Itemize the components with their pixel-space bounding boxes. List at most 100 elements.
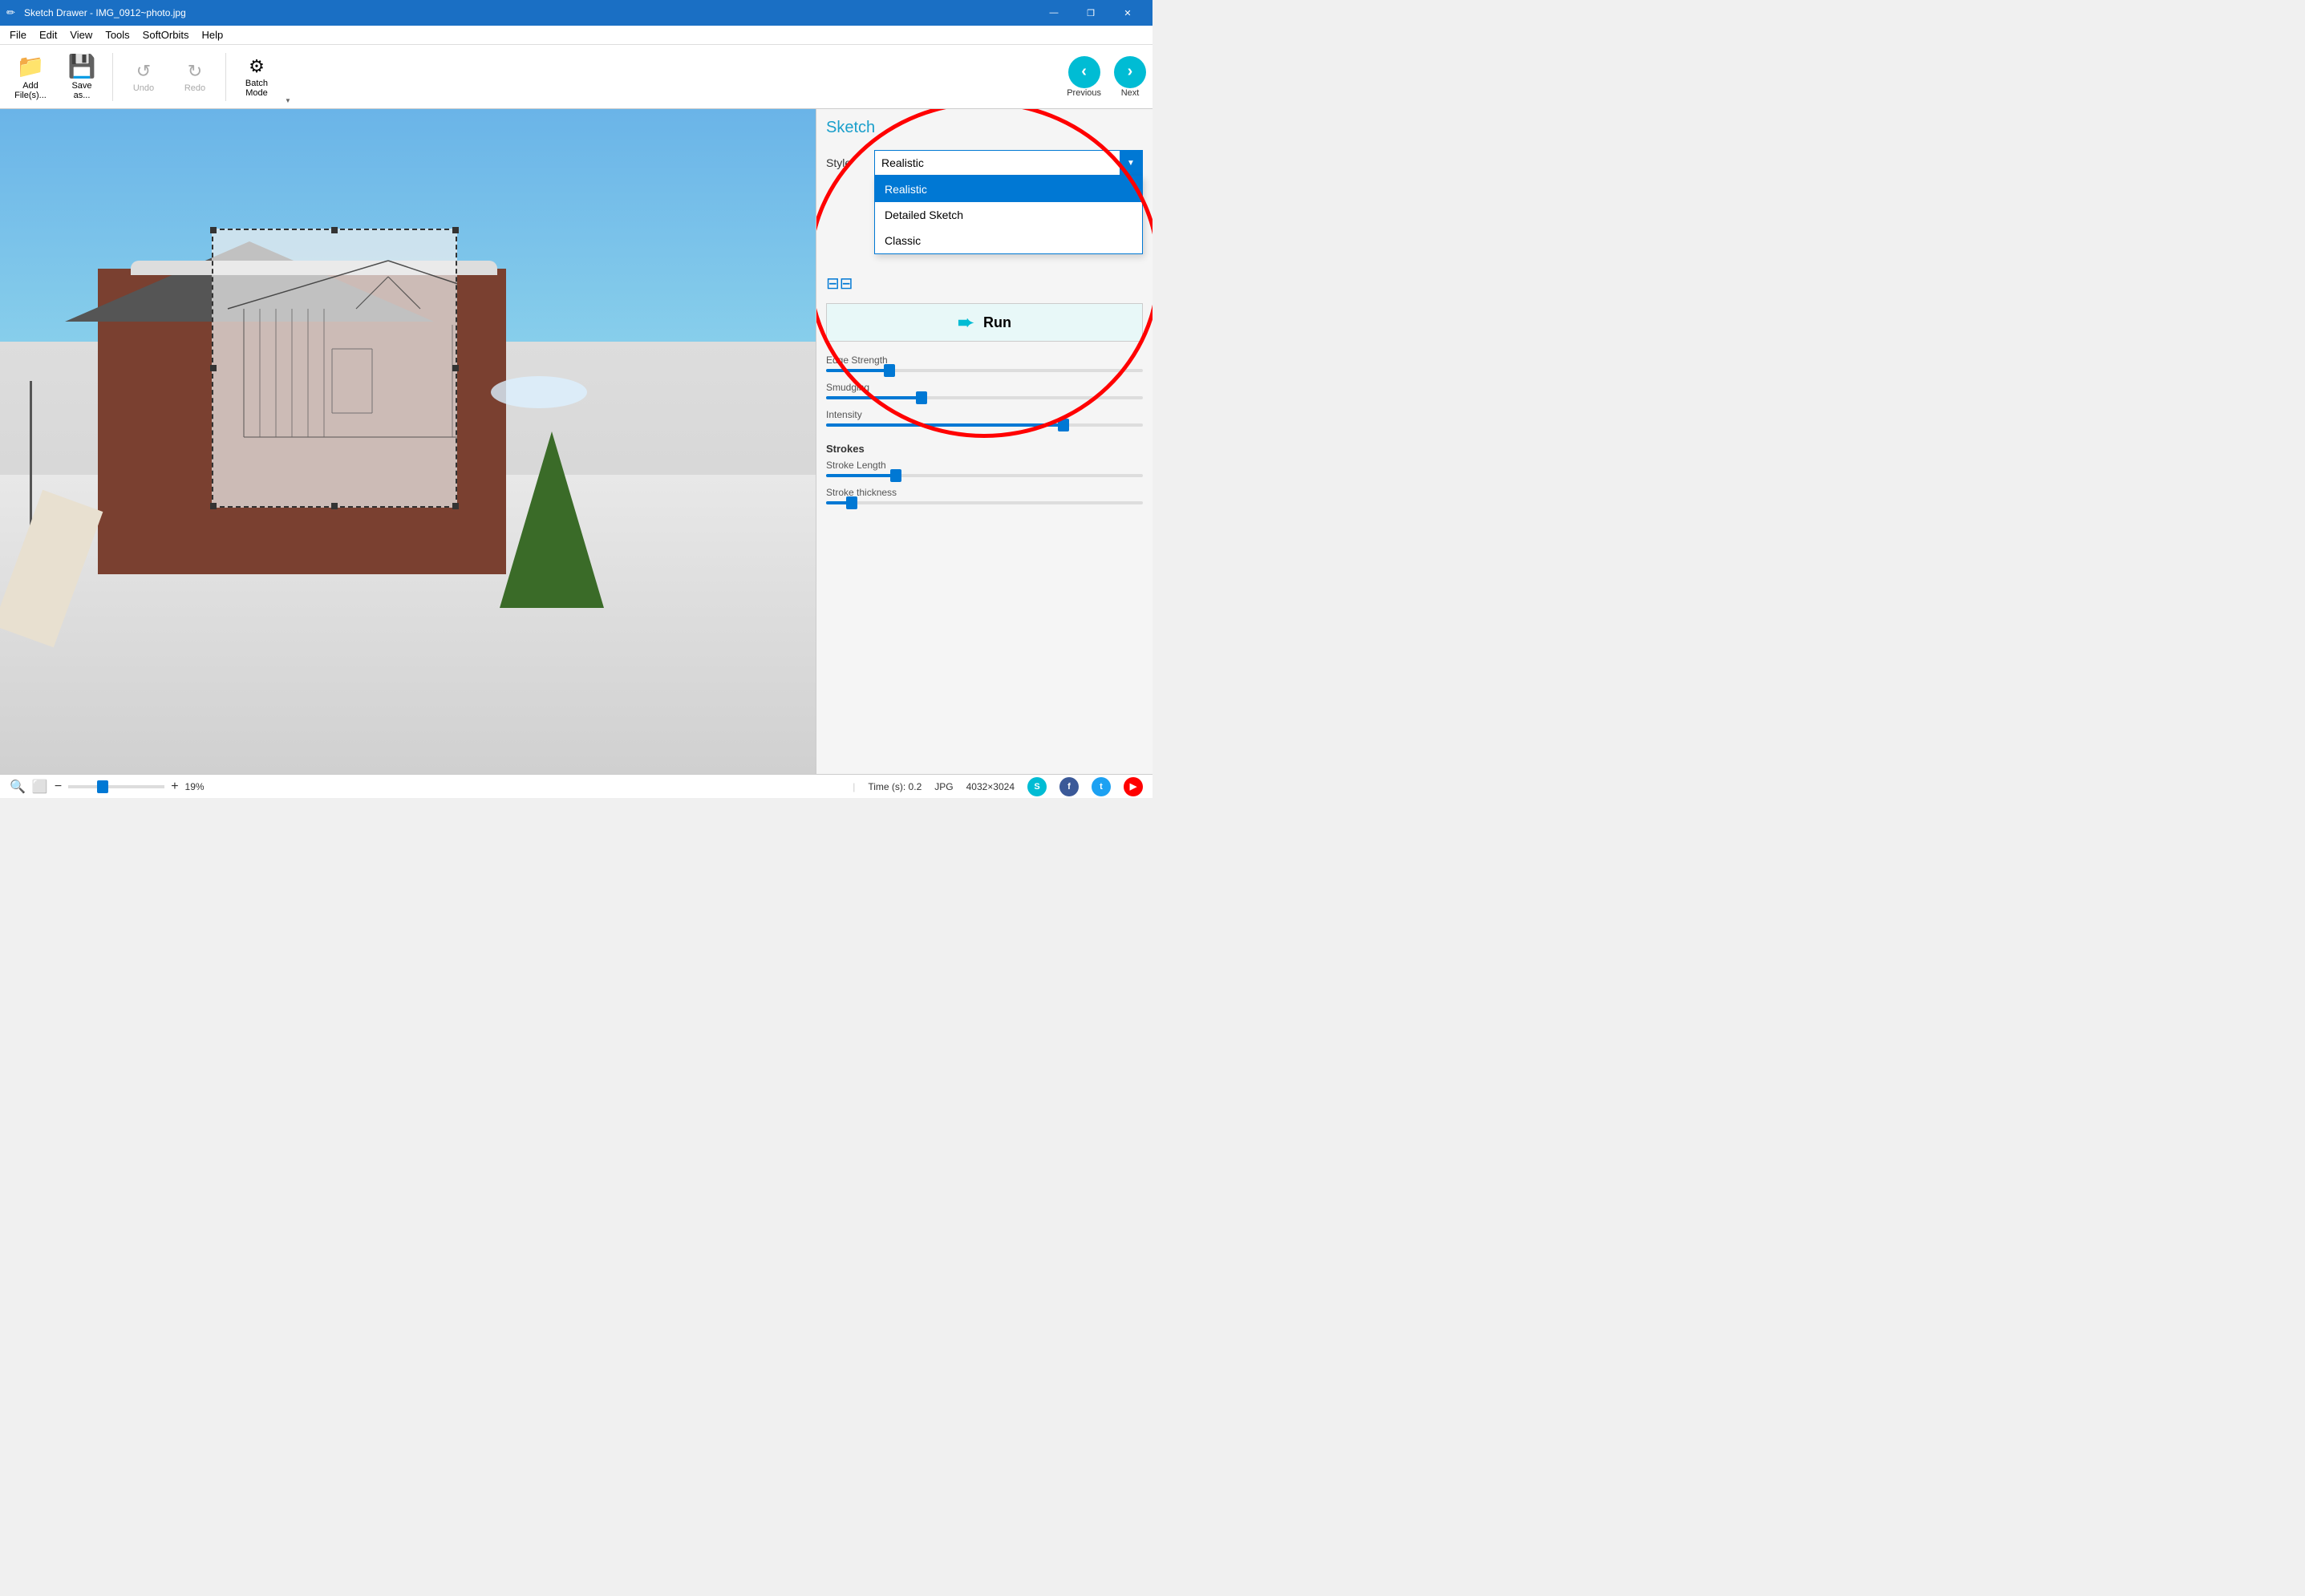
smudging-row: Smudging	[826, 382, 1143, 399]
stroke-thickness-label: Stroke thickness	[826, 487, 1143, 498]
title-bar: ✏ Sketch Drawer - IMG_0912~photo.jpg — ❒…	[0, 0, 1152, 26]
strokes-header: Strokes	[826, 443, 1143, 455]
adjust-icon: ⊟⊟	[826, 273, 853, 294]
style-label: Style	[826, 156, 874, 169]
next-nav: › Next	[1114, 56, 1146, 98]
zoom-out-icon[interactable]: 🔍	[10, 779, 26, 795]
toolbar-separator-2	[225, 53, 226, 101]
canvas-area[interactable]	[0, 109, 816, 774]
time-label: Time (s): 0.2	[868, 781, 922, 792]
run-button[interactable]: ➨ Run	[826, 303, 1143, 342]
save-as-button[interactable]: 💾 Save as...	[58, 50, 106, 104]
undo-button[interactable]: ↺ Undo	[120, 50, 168, 104]
format-label: JPG	[934, 781, 953, 792]
zoom-plus[interactable]: +	[171, 780, 178, 794]
undo-icon: ↺	[136, 61, 151, 82]
separator-bar: |	[853, 781, 855, 792]
edge-strength-label: Edge Strength	[826, 354, 1143, 366]
edge-strength-thumb[interactable]	[884, 364, 895, 377]
menu-help[interactable]: Help	[195, 27, 229, 43]
style-row: Style Realistic ▼ Realistic Detailed Ske…	[826, 150, 1143, 176]
house-roof	[65, 241, 434, 322]
maximize-button[interactable]: ❒	[1072, 0, 1109, 26]
menu-file[interactable]: File	[3, 27, 33, 43]
smudging-track[interactable]	[826, 396, 1143, 399]
zoom-slider[interactable]	[68, 785, 164, 788]
redo-button[interactable]: ↻ Redo	[171, 50, 219, 104]
resolution-label: 4032×3024	[966, 781, 1015, 792]
intensity-thumb[interactable]	[1058, 419, 1069, 431]
style-option-classic[interactable]: Classic	[875, 228, 1142, 253]
add-files-button[interactable]: 📁 Add File(s)...	[6, 50, 55, 104]
stroke-length-thumb[interactable]	[890, 469, 901, 482]
status-left: 🔍 ⬜ − + 19%	[10, 779, 840, 795]
smudging-label: Smudging	[826, 382, 1143, 393]
sketch-title: Sketch	[826, 119, 1143, 137]
adjust-row: ⊟⊟	[826, 273, 1143, 294]
stroke-thickness-track[interactable]	[826, 501, 1143, 504]
toolbar-separator-1	[112, 53, 113, 101]
window-controls: — ❒ ✕	[1035, 0, 1146, 26]
previous-button[interactable]: ‹	[1068, 56, 1100, 88]
save-as-label: Save as...	[71, 81, 91, 100]
batch-mode-button[interactable]: ⚙ Batch Mode	[233, 50, 281, 104]
twitter-icon[interactable]: t	[1092, 777, 1111, 796]
previous-label: Previous	[1067, 88, 1101, 98]
run-label: Run	[983, 314, 1011, 331]
undo-label: Undo	[133, 83, 154, 93]
zoom-thumb[interactable]	[97, 780, 108, 793]
stroke-thickness-thumb[interactable]	[846, 496, 857, 509]
toolbar-expand-icon[interactable]: ▼	[284, 50, 292, 104]
zoom-percent: 19%	[185, 781, 205, 792]
snow-on-tree	[491, 376, 587, 408]
smudging-thumb[interactable]	[916, 391, 927, 404]
add-files-icon: 📁	[17, 53, 45, 79]
dropdown-arrow-icon: ▼	[1120, 151, 1142, 175]
redo-icon: ↻	[188, 61, 202, 82]
nav-area: ‹ Previous › Next	[1067, 56, 1146, 98]
redo-label: Redo	[184, 83, 205, 93]
style-current-value: Realistic	[881, 156, 1120, 169]
status-right: | Time (s): 0.2 JPG 4032×3024 S f t ▶	[853, 777, 1143, 796]
tree-right	[500, 431, 604, 608]
stroke-length-track[interactable]	[826, 474, 1143, 477]
style-dropdown-list: Realistic Detailed Sketch Classic	[874, 176, 1143, 254]
intensity-track[interactable]	[826, 423, 1143, 427]
app-icon: ✏	[6, 6, 19, 19]
snow-on-roof	[131, 261, 498, 275]
right-panel: Sketch Style Realistic ▼ Realistic Detai…	[816, 109, 1152, 774]
style-option-realistic[interactable]: Realistic	[875, 176, 1142, 202]
menu-view[interactable]: View	[63, 27, 99, 43]
menu-edit[interactable]: Edit	[33, 27, 63, 43]
intensity-row: Intensity	[826, 409, 1143, 427]
style-dropdown[interactable]: Realistic ▼	[874, 150, 1143, 176]
youtube-icon[interactable]: ▶	[1124, 777, 1143, 796]
menu-bar: File Edit View Tools SoftOrbits Help	[0, 26, 1152, 45]
tree-left-trunk	[0, 381, 32, 541]
stroke-thickness-row: Stroke thickness	[826, 487, 1143, 504]
menu-tools[interactable]: Tools	[99, 27, 136, 43]
photo-background	[0, 109, 816, 774]
close-button[interactable]: ✕	[1109, 0, 1146, 26]
softorbits-icon[interactable]: S	[1027, 777, 1047, 796]
main-area: Sketch Style Realistic ▼ Realistic Detai…	[0, 109, 1152, 774]
style-option-detailed-sketch[interactable]: Detailed Sketch	[875, 202, 1142, 228]
toolbar: 📁 Add File(s)... 💾 Save as... ↺ Undo ↻ R…	[0, 45, 1152, 109]
previous-nav: ‹ Previous	[1067, 56, 1101, 98]
stroke-length-row: Stroke Length	[826, 460, 1143, 477]
save-as-icon: 💾	[68, 53, 96, 79]
intensity-label: Intensity	[826, 409, 1143, 420]
add-files-label: Add File(s)...	[14, 81, 47, 100]
edge-strength-track[interactable]	[826, 369, 1143, 372]
crop-icon[interactable]: ⬜	[32, 779, 48, 795]
batch-mode-icon: ⚙	[249, 56, 265, 77]
window-title: Sketch Drawer - IMG_0912~photo.jpg	[24, 7, 1035, 18]
edge-strength-row: Edge Strength	[826, 354, 1143, 372]
minimize-button[interactable]: —	[1035, 0, 1072, 26]
facebook-icon[interactable]: f	[1059, 777, 1079, 796]
status-bar: 🔍 ⬜ − + 19% | Time (s): 0.2 JPG 4032×302…	[0, 774, 1152, 798]
zoom-minus[interactable]: −	[55, 780, 62, 794]
next-button[interactable]: ›	[1114, 56, 1146, 88]
menu-softorbits[interactable]: SoftOrbits	[136, 27, 196, 43]
run-arrow-icon: ➨	[958, 311, 974, 334]
